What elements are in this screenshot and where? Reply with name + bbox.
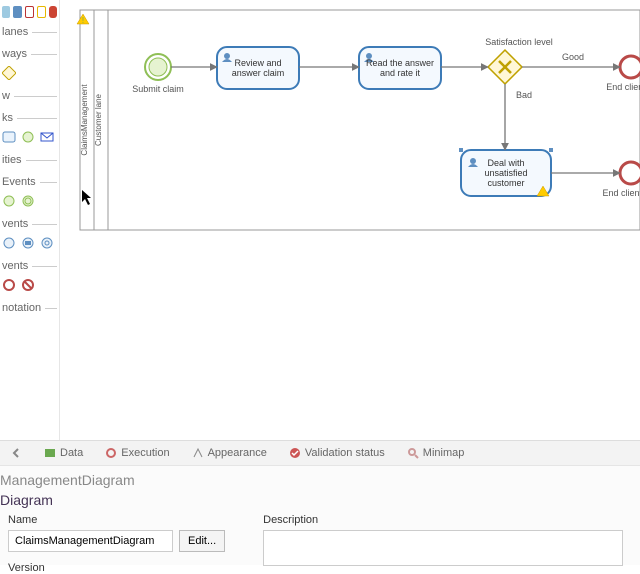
description-label: Description: [263, 514, 623, 526]
inter-msg-icon[interactable]: [21, 236, 35, 250]
start-event-icon[interactable]: [2, 194, 16, 208]
mail-task-icon[interactable]: [40, 130, 54, 144]
tab-minimap[interactable]: Minimap: [403, 445, 469, 461]
inter-event-icon[interactable]: [2, 236, 16, 250]
section-title: vents: [2, 218, 28, 230]
tool-undo-icon[interactable]: [37, 6, 46, 18]
panel-title: ManagementDiagram: [0, 466, 640, 490]
panel-tabs: Data Execution Appearance Validation sta…: [0, 441, 640, 466]
svg-text:Read the answer: Read the answer: [366, 58, 434, 68]
section-title: notation: [2, 302, 41, 314]
task-unsatisfied[interactable]: Deal with unsatisfied customer: [459, 148, 553, 196]
svg-text:Deal with: Deal with: [487, 158, 524, 168]
palette-section-end-events: vents: [2, 258, 57, 294]
end-event-bad[interactable]: End client u: [602, 162, 640, 198]
section-title: ways: [2, 48, 27, 60]
properties-panel: Data Execution Appearance Validation sta…: [0, 440, 640, 565]
task-review[interactable]: Review and answer claim: [217, 47, 299, 89]
svg-text:Bad: Bad: [516, 90, 532, 100]
svg-text:End client u: End client u: [602, 188, 640, 198]
end-error-icon[interactable]: [21, 278, 35, 292]
svg-text:!: !: [82, 16, 84, 25]
receive-task-icon[interactable]: [21, 130, 35, 144]
svg-text:answer claim: answer claim: [232, 68, 285, 78]
svg-text:and rate it: and rate it: [380, 68, 421, 78]
svg-text:unsatisfied: unsatisfied: [484, 168, 527, 178]
description-input[interactable]: [263, 530, 623, 566]
warning-icon: !: [77, 14, 89, 25]
palette-section-tasks: ks: [2, 110, 57, 146]
edit-button[interactable]: Edit...: [179, 530, 225, 552]
palette-section-gateways: ways: [2, 46, 57, 82]
tool-delete-icon[interactable]: [25, 6, 34, 18]
start-timer-icon[interactable]: [21, 194, 35, 208]
tool-select-icon[interactable]: [2, 6, 10, 18]
tool-print-icon[interactable]: [49, 6, 57, 18]
palette-section-annotation: notation: [2, 300, 57, 316]
pool-border[interactable]: [80, 10, 640, 230]
svg-text:Good: Good: [562, 52, 584, 62]
name-label: Name: [8, 514, 225, 526]
gateway-satisfaction[interactable]: Satisfaction level Good Bad: [485, 37, 584, 100]
svg-text:End client: End client: [606, 82, 640, 92]
panel-subtitle: Diagram: [0, 490, 640, 514]
section-title: vents: [2, 260, 28, 272]
cursor-icon: [82, 190, 91, 205]
pool-label: ClaimsManagement: [80, 84, 89, 156]
gateway-exclusive-icon[interactable]: [2, 66, 16, 80]
tab-execution[interactable]: Execution: [101, 445, 173, 461]
user-task-icon[interactable]: [2, 130, 16, 144]
tab-back[interactable]: [6, 445, 26, 461]
section-title: w: [2, 90, 10, 102]
section-title: ks: [2, 112, 13, 124]
palette-section-flow: w: [2, 88, 57, 104]
lane-label: Customer lane: [94, 93, 103, 146]
palette-section-lanes: lanes: [2, 24, 57, 40]
start-event[interactable]: Submit claim: [132, 54, 184, 94]
task-read-rate[interactable]: Read the answer and rate it: [359, 47, 441, 89]
svg-text:customer: customer: [487, 178, 524, 188]
palette-section-intermediate-events: vents: [2, 216, 57, 252]
tab-validation[interactable]: Validation status: [285, 445, 389, 461]
svg-text:Review and: Review and: [234, 58, 281, 68]
palette-section-start-events: Events: [2, 174, 57, 210]
end-event-icon[interactable]: [2, 278, 16, 292]
section-title: Events: [2, 176, 36, 188]
section-title: lanes: [2, 26, 28, 38]
end-event-good[interactable]: End client: [606, 56, 640, 92]
diagram-canvas[interactable]: ClaimsManagement Customer lane ! Submit …: [60, 0, 640, 440]
inter-timer-icon[interactable]: [40, 236, 54, 250]
tab-data[interactable]: Data: [40, 445, 87, 461]
palette-section-activities: ities: [2, 152, 57, 168]
section-title: ities: [2, 154, 22, 166]
tool-marquee-icon[interactable]: [13, 6, 21, 18]
tab-appearance[interactable]: Appearance: [188, 445, 271, 461]
palette-toolbar: [2, 2, 57, 18]
version-label: Version: [8, 562, 225, 574]
name-input[interactable]: [8, 530, 173, 552]
svg-text:Submit claim: Submit claim: [132, 84, 184, 94]
svg-text:Satisfaction level: Satisfaction level: [485, 37, 553, 47]
